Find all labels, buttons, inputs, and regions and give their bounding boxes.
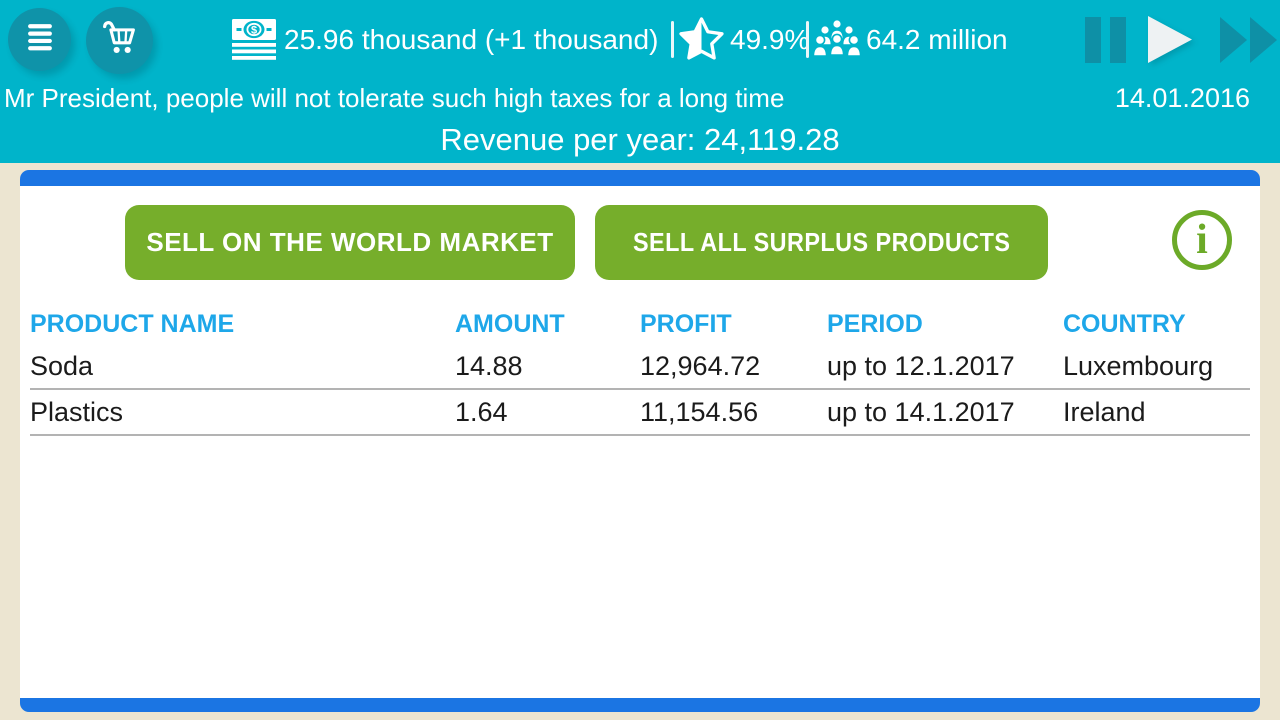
table-row[interactable]: Soda 14.88 12,964.72 up to 12.1.2017 Lux… bbox=[30, 344, 1250, 390]
cell-amount: 14.88 bbox=[455, 351, 640, 382]
info-icon: i bbox=[1196, 219, 1208, 261]
header-product-name: PRODUCT NAME bbox=[30, 310, 455, 339]
sell-all-surplus-button[interactable]: SELL ALL SURPLUS PRODUCTS bbox=[595, 205, 1048, 280]
cell-period: up to 12.1.2017 bbox=[827, 351, 1063, 382]
sell-all-surplus-label: SELL ALL SURPLUS PRODUCTS bbox=[633, 227, 1010, 258]
population-value: 64.2 million bbox=[866, 24, 1008, 56]
cell-country: Ireland bbox=[1063, 397, 1250, 428]
hud-separator bbox=[806, 21, 809, 58]
half-star-icon bbox=[678, 16, 725, 68]
sell-world-market-label: SELL ON THE WORLD MARKET bbox=[146, 227, 553, 258]
game-date: 14.01.2016 bbox=[1115, 83, 1250, 113]
pause-button[interactable] bbox=[1085, 17, 1127, 68]
header-profit: PROFIT bbox=[640, 310, 827, 339]
table-row[interactable]: Plastics 1.64 11,154.56 up to 14.1.2017 … bbox=[30, 390, 1250, 436]
header-amount: AMOUNT bbox=[455, 310, 640, 339]
panel-body: SELL ON THE WORLD MARKET SELL ALL SURPLU… bbox=[20, 186, 1260, 698]
treasury-value: 25.96 thousand (+1 thousand) bbox=[284, 24, 658, 56]
panel-bottom-frame bbox=[20, 698, 1260, 712]
hud-separator bbox=[671, 21, 674, 58]
products-table: PRODUCT NAME AMOUNT PROFIT PERIOD COUNTR… bbox=[30, 304, 1250, 436]
play-button[interactable] bbox=[1146, 15, 1198, 70]
menu-button[interactable] bbox=[8, 8, 71, 71]
game-screen: $ 25.96 thousand (+1 thousand) 49.9% bbox=[0, 0, 1280, 720]
header-period: PERIOD bbox=[827, 310, 1063, 339]
cell-profit: 12,964.72 bbox=[640, 351, 827, 382]
cell-period: up to 14.1.2017 bbox=[827, 397, 1063, 428]
people-crowd-icon bbox=[812, 16, 862, 69]
cell-product: Soda bbox=[30, 351, 455, 382]
cell-product: Plastics bbox=[30, 397, 455, 428]
money-stack-icon: $ bbox=[230, 15, 278, 68]
table-header-row: PRODUCT NAME AMOUNT PROFIT PERIOD COUNTR… bbox=[30, 304, 1250, 344]
shop-button[interactable] bbox=[86, 7, 153, 74]
cell-country: Luxembourg bbox=[1063, 351, 1250, 382]
top-hud-bar: $ 25.96 thousand (+1 thousand) 49.9% bbox=[0, 0, 1280, 163]
news-ticker: Mr President, people will not tolerate s… bbox=[4, 83, 784, 113]
menu-icon bbox=[18, 15, 62, 64]
fast-forward-button[interactable] bbox=[1220, 17, 1278, 68]
sell-world-market-button[interactable]: SELL ON THE WORLD MARKET bbox=[125, 205, 575, 280]
revenue-per-year: Revenue per year: 24,119.28 bbox=[0, 121, 1280, 159]
cell-amount: 1.64 bbox=[455, 397, 640, 428]
header-country: COUNTRY bbox=[1063, 310, 1250, 339]
svg-text:$: $ bbox=[251, 25, 257, 37]
main-area: SELL ON THE WORLD MARKET SELL ALL SURPLU… bbox=[0, 163, 1280, 720]
rating-value: 49.9% bbox=[730, 24, 809, 56]
shopping-cart-icon bbox=[97, 15, 143, 66]
cell-profit: 11,154.56 bbox=[640, 397, 827, 428]
info-button[interactable]: i bbox=[1172, 210, 1232, 270]
market-panel: SELL ON THE WORLD MARKET SELL ALL SURPLU… bbox=[20, 170, 1260, 712]
panel-top-frame bbox=[20, 170, 1260, 186]
